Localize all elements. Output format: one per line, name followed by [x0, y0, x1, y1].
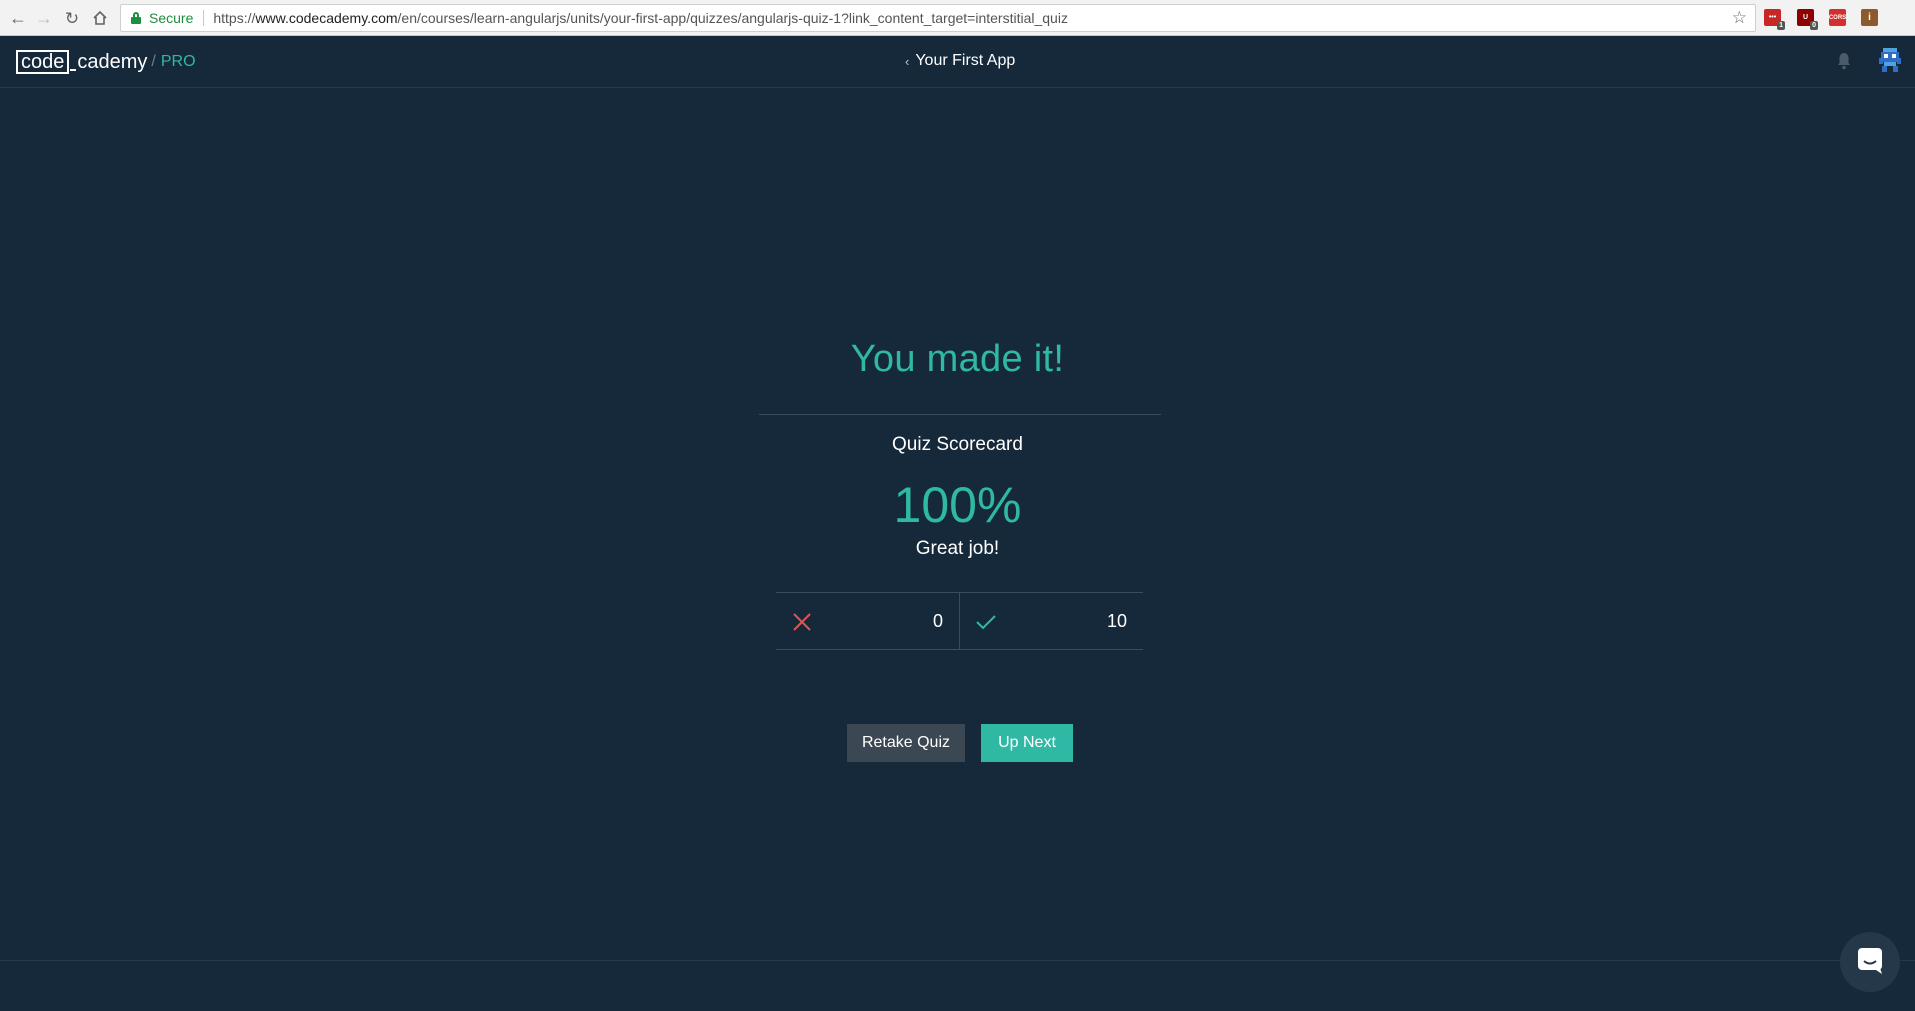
scorecard-title: Quiz Scorecard: [892, 434, 1023, 455]
close-icon: [792, 612, 812, 632]
answer-tally: 0 10: [776, 592, 1143, 650]
address-bar[interactable]: Secure https://www.codecademy.com/en/cou…: [120, 4, 1756, 32]
retake-quiz-button[interactable]: Retake Quiz: [847, 724, 965, 762]
secure-label: Secure: [149, 10, 194, 26]
checkmark-icon: [976, 612, 996, 632]
url-text[interactable]: https://www.codecademy.com/en/courses/le…: [213, 10, 1068, 26]
support-chat-button[interactable]: [1840, 932, 1900, 992]
avatar[interactable]: [1879, 48, 1901, 72]
extension-icon-4[interactable]: i: [1861, 9, 1878, 26]
separator: [203, 10, 205, 26]
lock-icon: [131, 12, 141, 24]
reload-icon[interactable]: ↻: [60, 6, 84, 30]
up-next-button[interactable]: Up Next: [981, 724, 1073, 762]
forward-arrow-icon[interactable]: →: [32, 6, 56, 30]
home-icon[interactable]: [88, 6, 112, 30]
divider: [759, 414, 1161, 415]
unit-title: Your First App: [915, 52, 1016, 69]
incorrect-count-cell: 0: [776, 593, 959, 649]
correct-count-cell: 10: [959, 593, 1143, 649]
incorrect-count: 0: [932, 611, 943, 631]
browser-toolbar: ← → ↻ Secure https://www.codecademy.com/…: [0, 0, 1915, 36]
bookmark-star-icon[interactable]: ☆: [1732, 8, 1747, 28]
score-percentage: 100%: [893, 477, 1022, 533]
bell-icon[interactable]: [1836, 52, 1852, 70]
page-title: You made it!: [850, 338, 1065, 380]
back-arrow-icon[interactable]: ←: [6, 6, 30, 30]
app-header: code cademy / PRO ‹ Your First App: [0, 37, 1915, 88]
cors-extension-icon[interactable]: CORS: [1829, 9, 1846, 26]
feedback-text: Great job!: [915, 538, 1000, 559]
ublock-icon[interactable]: U0: [1797, 9, 1818, 30]
chevron-left-icon: ‹: [905, 53, 910, 69]
back-to-unit-link[interactable]: ‹ Your First App: [905, 52, 1015, 70]
extension-icon-1[interactable]: ••• 1: [1764, 9, 1785, 30]
correct-count: 10: [1106, 611, 1127, 631]
codecademy-pro-logo[interactable]: code cademy / PRO: [16, 50, 196, 74]
quiz-result-panel: You made it! Quiz Scorecard 100% Great j…: [0, 88, 1915, 960]
chat-icon: [1856, 946, 1884, 979]
footer-divider: [0, 960, 1915, 961]
